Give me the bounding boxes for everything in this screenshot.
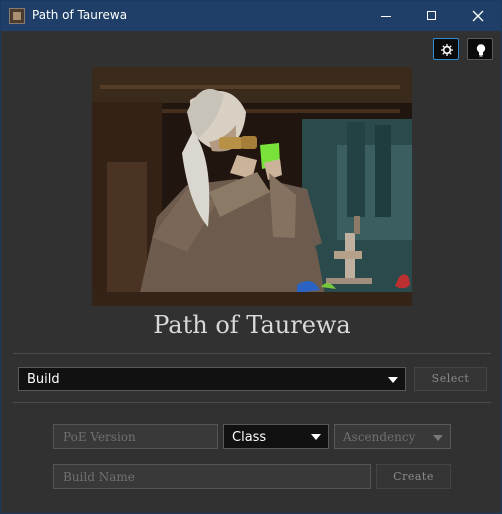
chevron-down-icon bbox=[388, 377, 398, 383]
app-heading: Path of Taurewa bbox=[153, 311, 351, 339]
app-icon bbox=[9, 8, 25, 24]
middle-separator bbox=[13, 402, 491, 403]
close-icon bbox=[472, 10, 484, 22]
chevron-down-icon bbox=[311, 434, 321, 440]
poe-version-field[interactable]: PoE Version bbox=[53, 424, 218, 449]
ascendency-select[interactable]: Ascendency bbox=[334, 424, 451, 449]
settings-button[interactable] bbox=[433, 38, 459, 60]
select-build-button[interactable]: Select bbox=[414, 367, 487, 391]
ascendency-select-value: Ascendency bbox=[343, 430, 416, 444]
top-separator bbox=[13, 353, 491, 354]
gear-icon bbox=[441, 44, 453, 56]
create-build-button[interactable]: Create bbox=[376, 464, 451, 489]
window-title: Path of Taurewa bbox=[32, 8, 128, 22]
maximize-button[interactable] bbox=[409, 1, 455, 31]
poe-version-placeholder: PoE Version bbox=[63, 430, 136, 444]
lightbulb-icon bbox=[476, 44, 486, 57]
application-window: Path of Taurewa Path of Taurewa Build Se… bbox=[0, 0, 502, 514]
scholar-illustration bbox=[92, 67, 412, 306]
class-select-value: Class bbox=[232, 430, 267, 445]
build-select-value: Build bbox=[27, 372, 60, 387]
maximize-icon bbox=[427, 11, 436, 20]
title-bar[interactable]: Path of Taurewa bbox=[1, 1, 501, 31]
chevron-down-icon bbox=[433, 435, 443, 441]
minimize-button[interactable] bbox=[363, 1, 409, 31]
close-button[interactable] bbox=[455, 1, 501, 31]
minimize-icon bbox=[381, 16, 391, 17]
hero-illustration bbox=[92, 67, 412, 306]
class-select[interactable]: Class bbox=[223, 424, 329, 449]
tips-button[interactable] bbox=[467, 38, 493, 60]
build-name-placeholder: Build Name bbox=[63, 470, 135, 484]
build-name-field[interactable]: Build Name bbox=[53, 464, 371, 489]
build-select[interactable]: Build bbox=[18, 367, 406, 391]
